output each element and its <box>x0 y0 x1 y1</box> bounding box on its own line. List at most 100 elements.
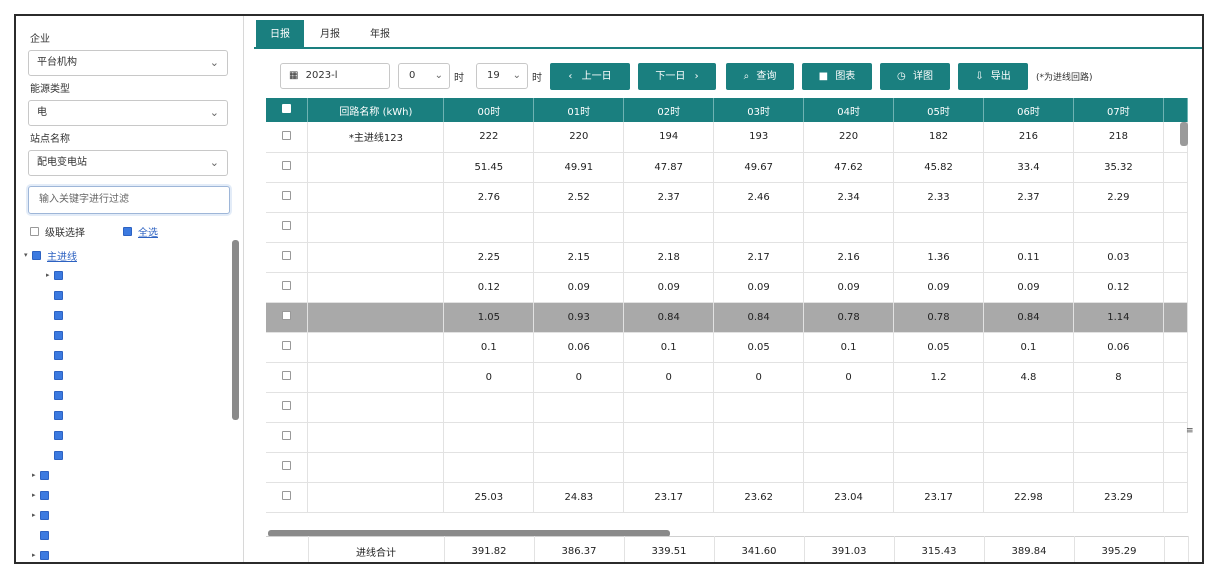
tree-node[interactable] <box>54 388 63 402</box>
tree-checkbox[interactable] <box>54 410 63 420</box>
tree-filter-input[interactable]: 输入关键字进行过滤 <box>28 186 230 214</box>
row-checkbox[interactable] <box>282 401 292 410</box>
circuit-name-cell <box>307 212 445 243</box>
tree-node[interactable] <box>54 288 63 302</box>
tree-checkbox[interactable] <box>54 350 63 360</box>
row-checkbox[interactable] <box>282 431 292 440</box>
row-checkbox[interactable] <box>282 251 292 260</box>
row-checkbox[interactable] <box>282 221 292 230</box>
tree-node[interactable]: ▸ <box>46 268 63 282</box>
sidebar-scrollbar[interactable] <box>232 240 239 420</box>
caret-right-icon[interactable]: ▸ <box>46 271 54 279</box>
table-row[interactable]: 0.12 0.09 0.09 0.09 0.09 0.09 0.09 0.12 <box>266 272 1188 303</box>
table-row[interactable]: 2.25 2.15 2.18 2.17 2.16 1.36 0.11 0.03 <box>266 242 1188 273</box>
tree-checkbox[interactable] <box>40 470 49 480</box>
tree-checkbox[interactable] <box>54 310 63 320</box>
station-select[interactable]: 配电变电站 ⌄ <box>28 150 228 176</box>
export-button[interactable]: ⇩ 导出 <box>958 63 1028 90</box>
column-header: 07时 <box>1073 98 1164 122</box>
next-day-label: 下一日 <box>655 71 686 82</box>
tree-checkbox[interactable] <box>54 290 63 300</box>
select-all-checkbox[interactable] <box>123 227 132 236</box>
tree-node[interactable]: ▸ <box>32 508 49 522</box>
company-select[interactable]: 平台机构 ⌄ <box>28 50 228 76</box>
row-checkbox[interactable] <box>282 281 292 290</box>
tab-monthly[interactable]: 月报 <box>306 20 354 49</box>
tree-checkbox[interactable] <box>40 530 49 540</box>
value-cell <box>983 422 1074 453</box>
tree-node[interactable] <box>54 428 63 442</box>
row-checkbox[interactable] <box>282 161 292 170</box>
table-row[interactable]: 0.1 0.06 0.1 0.05 0.1 0.05 0.1 0.06 <box>266 332 1188 363</box>
start-hour-select[interactable]: 0 ⌄ <box>398 63 450 89</box>
tree-node[interactable]: ▸ <box>32 468 49 482</box>
row-checkbox[interactable] <box>282 341 292 350</box>
caret-right-icon[interactable]: ▸ <box>32 471 40 479</box>
menu-icon[interactable]: ≡ <box>1186 426 1194 436</box>
detail-chart-button[interactable]: ◷ 详图 <box>880 63 950 90</box>
tab-daily[interactable]: 日报 <box>256 20 304 49</box>
select-all-link[interactable]: 全选 <box>138 224 158 239</box>
chart-button[interactable]: ■ 图表 <box>802 63 872 90</box>
table-row[interactable]: 0 0 0 0 0 1.2 4.8 8 <box>266 362 1188 393</box>
table-row[interactable]: 51.45 49.91 47.87 49.67 47.62 45.82 33.4 35.32 <box>266 152 1188 183</box>
value-cell: 218 <box>1073 122 1164 153</box>
tree-checkbox[interactable] <box>54 450 63 460</box>
tree-checkbox[interactable] <box>54 370 63 380</box>
row-checkbox[interactable] <box>282 371 292 380</box>
table-vertical-scrollbar[interactable] <box>1180 122 1188 146</box>
table-row[interactable] <box>266 392 1188 423</box>
tree-node[interactable] <box>54 328 63 342</box>
table-row[interactable]: 2.76 2.52 2.37 2.46 2.34 2.33 2.37 2.29 <box>266 182 1188 213</box>
row-checkbox[interactable] <box>282 191 292 200</box>
tree-node[interactable] <box>54 348 63 362</box>
row-checkbox[interactable] <box>282 311 292 320</box>
next-day-button[interactable]: 下一日 › <box>638 63 716 90</box>
date-picker[interactable]: ▦ 2023-l <box>280 63 390 89</box>
tree-checkbox[interactable] <box>40 490 49 500</box>
row-checkbox[interactable] <box>282 491 292 500</box>
circuit-name-cell <box>307 362 445 393</box>
tree-node[interactable] <box>54 308 63 322</box>
table-row[interactable]: 1.05 0.93 0.84 0.84 0.78 0.78 0.84 1.14 <box>266 302 1188 333</box>
tree-checkbox[interactable] <box>40 510 49 520</box>
tab-yearly[interactable]: 年报 <box>356 20 404 49</box>
row-checkbox-cell <box>266 272 309 303</box>
tree-checkbox[interactable] <box>54 270 63 280</box>
tree-checkbox[interactable] <box>32 250 41 260</box>
table-row[interactable]: *主进线123 222 220 194 193 220 182 216 218 <box>266 122 1188 153</box>
detail-chart-label: 详图 <box>912 71 933 82</box>
query-button[interactable]: ⌕ 查询 <box>726 63 794 90</box>
tree-checkbox[interactable] <box>54 430 63 440</box>
tree-node-root[interactable]: ▾ 主进线 <box>24 248 77 263</box>
row-checkbox[interactable] <box>282 130 292 140</box>
tree-node[interactable]: ▸ <box>32 488 49 502</box>
table-row[interactable] <box>266 452 1188 483</box>
caret-right-icon[interactable]: ▸ <box>32 551 40 559</box>
tree-node[interactable] <box>54 408 63 422</box>
value-cell <box>533 452 625 483</box>
value-cell: 2.15 <box>533 242 625 273</box>
caret-down-icon[interactable]: ▾ <box>24 251 32 259</box>
table-row[interactable]: 25.03 24.83 23.17 23.62 23.04 23.17 22.98 23.29 <box>266 482 1188 513</box>
caret-right-icon[interactable]: ▸ <box>32 511 40 519</box>
select-all-rows-checkbox[interactable] <box>282 104 292 113</box>
inlet-note: (*为进线回路) <box>1036 73 1093 83</box>
tree-checkbox[interactable] <box>54 330 63 340</box>
tree-node[interactable]: ▸ <box>32 548 49 562</box>
row-checkbox[interactable] <box>282 461 292 470</box>
table-row[interactable] <box>266 422 1188 453</box>
tree-checkbox[interactable] <box>40 550 49 560</box>
cascade-checkbox[interactable] <box>30 227 39 236</box>
prev-day-button[interactable]: ‹ 上一日 <box>550 63 630 90</box>
energy-type-select[interactable]: 电 ⌄ <box>28 100 228 126</box>
caret-right-icon[interactable]: ▸ <box>32 491 40 499</box>
tree-node[interactable] <box>54 448 63 462</box>
end-hour-select[interactable]: 19 ⌄ <box>476 63 528 89</box>
tree-checkbox[interactable] <box>54 390 63 400</box>
table-row[interactable] <box>266 212 1188 243</box>
tree-node[interactable] <box>54 368 63 382</box>
tree-node[interactable] <box>40 528 49 542</box>
download-icon: ⇩ <box>975 71 984 82</box>
value-cell <box>1073 212 1164 243</box>
